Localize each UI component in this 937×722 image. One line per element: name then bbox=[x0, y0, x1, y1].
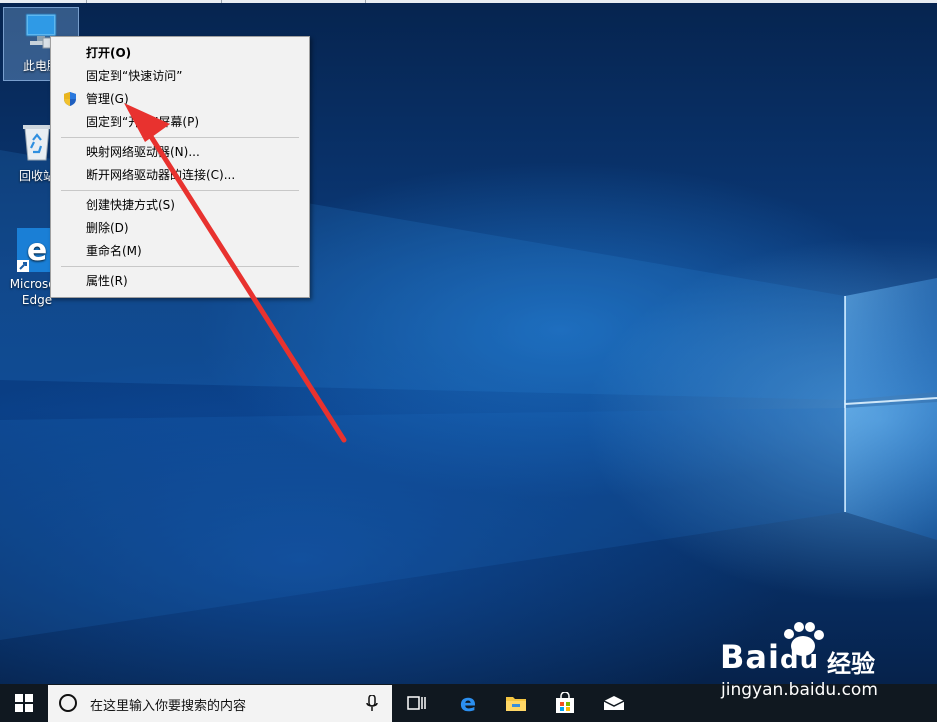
watermark-url: jingyan.baidu.com bbox=[721, 680, 878, 700]
taskbar-edge-button[interactable]: e bbox=[446, 684, 490, 722]
watermark-jingyan: 经验 bbox=[827, 650, 875, 678]
task-view-button[interactable] bbox=[395, 684, 439, 722]
desktop-background[interactable]: 此电脑 回收站 e Microsoft Edge 打开(O) 固定到“快速访问” bbox=[0, 0, 937, 684]
file-explorer-icon bbox=[506, 697, 526, 711]
start-button[interactable] bbox=[2, 684, 46, 722]
baidu-jingyan-watermark: Baidu 经验 jingyan.baidu.com bbox=[715, 618, 925, 700]
taskbar-file-explorer-button[interactable] bbox=[494, 684, 538, 722]
edge-icon: e bbox=[460, 691, 476, 715]
taskbar-search-box[interactable]: 在这里输入你要搜索的内容 bbox=[48, 685, 392, 722]
watermark-brand: Baidu bbox=[720, 638, 820, 676]
task-view-icon bbox=[407, 696, 426, 710]
cortana-icon bbox=[59, 694, 77, 712]
taskbar-store-button[interactable] bbox=[543, 684, 587, 722]
search-placeholder: 在这里输入你要搜索的内容 bbox=[90, 699, 247, 714]
taskbar-mail-button[interactable] bbox=[592, 684, 636, 722]
windows-logo-icon bbox=[15, 694, 33, 712]
microphone-icon[interactable] bbox=[366, 694, 378, 717]
store-icon bbox=[556, 692, 574, 713]
mail-icon bbox=[603, 696, 625, 710]
annotation-arrow bbox=[124, 103, 347, 443]
svg-text:e: e bbox=[460, 691, 476, 715]
